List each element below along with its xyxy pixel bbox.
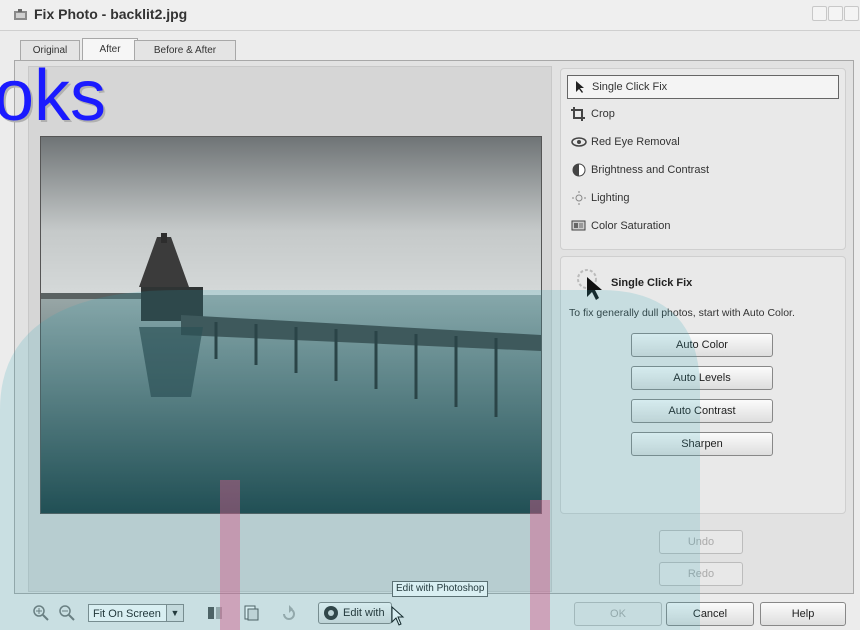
photoshop-icon [324,606,338,620]
compare-icon[interactable] [206,604,224,622]
minimize-button[interactable] [812,6,827,21]
ok-button[interactable]: OK [574,602,662,626]
fix-photo-app-icon [14,9,27,20]
tool-label: Lighting [591,192,630,204]
page-icon[interactable] [242,604,260,622]
brightness-icon [572,163,586,177]
chevron-down-icon: ▼ [166,605,183,621]
red-eye-icon [571,137,587,147]
tool-color-saturation[interactable]: Color Saturation [567,215,837,237]
cancel-button[interactable]: Cancel [666,602,754,626]
tool-list: Single Click Fix Crop Red Eye Removal Br… [560,68,846,250]
fix-panel-title: Single Click Fix [611,277,693,289]
saturation-icon [571,220,586,231]
help-button[interactable]: Help [760,602,846,626]
tool-label: Crop [591,108,615,120]
title-bar: Fix Photo - backlit2.jpg [0,0,860,31]
zoom-select[interactable]: Fit On Screen ▼ [88,604,184,622]
auto-contrast-button[interactable]: Auto Contrast [631,399,773,423]
edit-with-label: Edit with [343,607,385,619]
auto-levels-button[interactable]: Auto Levels [631,366,773,390]
tool-lighting[interactable]: Lighting [567,187,837,209]
fix-panel-description: To fix generally dull photos, start with… [569,307,795,319]
edit-with-button[interactable]: Edit with [318,602,392,624]
sharpen-button[interactable]: Sharpen [631,432,773,456]
tool-label: Red Eye Removal [591,136,680,148]
tool-label: Color Saturation [591,220,671,232]
tool-brightness-contrast[interactable]: Brightness and Contrast [567,159,837,181]
tab-before-after[interactable]: Before & After [134,40,236,61]
tool-label: Single Click Fix [592,81,668,93]
zoom-select-value: Fit On Screen [93,608,161,620]
bottom-toolbar: Fit On Screen ▼ Edit with OK Cancel Help [14,598,852,630]
zoom-out-icon[interactable] [58,604,76,622]
fix-photo-window: Fix Photo - backlit2.jpg Original After … [0,0,860,630]
tool-crop[interactable]: Crop [567,103,837,125]
rotate-icon[interactable] [280,604,298,622]
maximize-button[interactable] [828,6,843,21]
undo-button[interactable]: Undo [659,530,743,554]
cursor-icon [576,81,584,93]
lighting-icon [572,191,586,205]
zoom-in-icon[interactable] [32,604,50,622]
crop-icon [571,107,585,121]
redo-button[interactable]: Redo [659,562,743,586]
tool-single-click-fix[interactable]: Single Click Fix [567,75,839,99]
single-click-fix-icon [577,269,602,300]
mouse-cursor-icon [391,606,405,626]
photo-canvas[interactable] [40,136,542,514]
overlay-text: oks [0,56,107,136]
window-title: Fix Photo - backlit2.jpg [34,6,188,22]
pier-photo [41,137,541,513]
tool-red-eye-removal[interactable]: Red Eye Removal [567,131,837,153]
edit-with-tooltip: Edit with Photoshop [392,581,489,597]
single-click-fix-panel: Single Click Fix To fix generally dull p… [560,256,846,514]
close-button[interactable] [844,6,859,21]
auto-color-button[interactable]: Auto Color [631,333,773,357]
tool-label: Brightness and Contrast [591,164,710,176]
